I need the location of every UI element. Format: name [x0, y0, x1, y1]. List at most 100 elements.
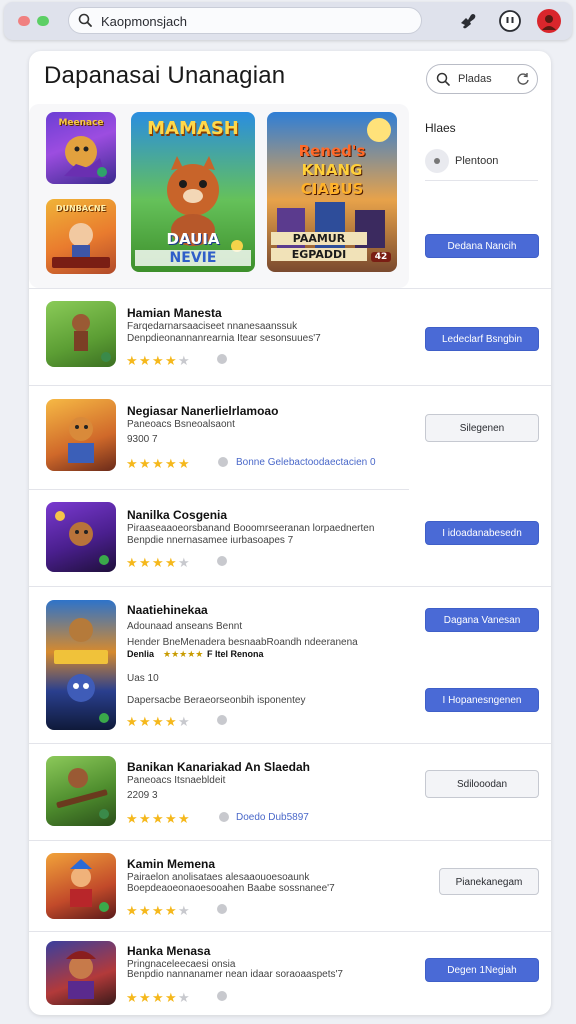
featured-small-banner[interactable]: Meenace	[46, 112, 116, 184]
address-bar[interactable]: Kaopmonsjach	[68, 7, 422, 34]
row-action-button[interactable]: Degen 1Negiah	[425, 958, 539, 982]
star-icon: ★	[152, 812, 164, 827]
featured-carousel: Meenace DUNBACNE MAMASH DAUIA NEVIE Rene…	[29, 104, 409, 288]
app-title[interactable]: Naatiehinekaa	[127, 603, 208, 617]
app-description: Boepdeaoeonaoesooahen Baabe sossnanee'7	[127, 883, 335, 894]
row-divider	[29, 489, 409, 490]
app-description: Piraaseaaoeorsbanand Booomrseeranan lorp…	[127, 523, 375, 534]
app-title[interactable]: Nanilka Cosgenia	[127, 508, 227, 522]
refresh-icon[interactable]	[516, 72, 530, 86]
star-icon: ★	[178, 354, 190, 369]
star-icon: ★	[139, 457, 151, 472]
featured-small-banner[interactable]: DUNBACNE	[46, 199, 116, 274]
star-icon: ★	[126, 457, 138, 472]
app-icon[interactable]	[46, 301, 116, 367]
store-card: Dapanasai Unanagian Pladas Meenace DUNBA…	[29, 51, 551, 1015]
star-icon: ★	[165, 991, 177, 1006]
app-title[interactable]: Hamian Manesta	[127, 306, 222, 320]
app-title[interactable]: Kamin Memena	[127, 857, 215, 871]
star-icon: ★	[152, 904, 164, 919]
star-icon: ★	[165, 904, 177, 919]
star-rating: ★★★★★	[126, 902, 191, 919]
game-art-icon	[72, 314, 111, 362]
star-icon: ★	[178, 991, 190, 1006]
app-icon[interactable]	[46, 502, 116, 572]
app-tag-link[interactable]: Bonne Gelebactoodaectacien 0	[236, 457, 376, 468]
app-description: Uas 10	[127, 673, 159, 684]
app-description: Denpdieonannanrearnia Itear sesonsuues'7	[127, 333, 321, 344]
star-icon: ★	[152, 715, 164, 730]
featured-main-banner[interactable]: Rened's KNANG CIABUS PAAMUR EGPADDI 42	[267, 112, 397, 272]
app-description: Dapersacbe Beraeorseonbih isponentey	[127, 695, 306, 706]
app-title[interactable]: Hanka Menasa	[127, 944, 210, 958]
share-icon[interactable]	[215, 554, 229, 568]
app-description: Benpdio nannanamer nean idaar soraoaaspe…	[127, 969, 343, 980]
banner-subtitle: NEVIE	[135, 250, 251, 266]
banner-subtitle: EGPADDI	[271, 248, 367, 261]
app-icon[interactable]	[46, 399, 116, 471]
share-icon[interactable]	[215, 352, 229, 366]
star-icon: ★	[126, 556, 138, 571]
game-art-icon	[66, 951, 96, 999]
side-item-label: Plentoon	[455, 155, 499, 167]
banner-badge: 42	[371, 252, 391, 262]
row-divider	[29, 385, 551, 386]
star-rating: ★★★★★	[126, 554, 191, 571]
search-pill-label: Pladas	[458, 73, 492, 85]
share-icon[interactable]	[217, 810, 231, 824]
share-icon[interactable]	[215, 713, 229, 727]
row-action-button[interactable]: I idoadanabesedn	[425, 521, 539, 545]
star-icon: ★	[178, 715, 190, 730]
app-description: Paneoacs Bsneoalsaont	[127, 419, 235, 430]
row-action-button[interactable]: Silegenen	[425, 414, 539, 442]
extensions-icon[interactable]	[456, 9, 480, 33]
star-rating: ★★★★★	[126, 989, 191, 1006]
row-action-button[interactable]: Ledeclarf Bsngbin	[425, 327, 539, 351]
app-icon[interactable]	[46, 756, 116, 826]
row-action-button[interactable]: Pianekanegam	[439, 868, 539, 895]
window-close-dot[interactable]	[18, 16, 30, 26]
search-pill[interactable]: Pladas	[426, 64, 538, 94]
featured-main-banner[interactable]: MAMASH DAUIA NEVIE	[131, 112, 255, 272]
star-icon: ★	[139, 904, 151, 919]
star-icon: ★	[165, 556, 177, 571]
banner-title: MAMASH	[147, 118, 239, 139]
star-icon: ★	[139, 812, 151, 827]
star-icon: ★	[165, 457, 177, 472]
app-icon[interactable]	[46, 941, 116, 1005]
row-divider	[29, 840, 551, 841]
banner-title: DUNBACNE	[55, 204, 107, 213]
app-icon[interactable]	[46, 853, 116, 919]
star-icon: ★	[178, 812, 190, 827]
row-action-button[interactable]: Dagana Vanesan	[425, 608, 539, 632]
app-description: Benpdie nnernasamee iurbasoapes 7	[127, 535, 294, 546]
game-art-icon	[54, 618, 109, 723]
star-icon: ★	[139, 354, 151, 369]
app-description: Farqedarnarsaaciseet nnanesaanssuk	[127, 321, 298, 332]
side-primary-button[interactable]: Dedana Nancih	[425, 234, 539, 258]
app-title[interactable]: Banikan Kanariakad An Slaedah	[127, 760, 310, 774]
star-icon: ★	[178, 556, 190, 571]
row-secondary-button[interactable]: I Hopanesngenen	[425, 688, 539, 712]
game-art-icon	[55, 511, 109, 565]
star-icon: ★	[178, 904, 190, 919]
star-icon: ★	[139, 715, 151, 730]
avatar-icon	[542, 15, 556, 30]
share-icon[interactable]	[215, 902, 229, 916]
row-action-button[interactable]: Sdilooodan	[425, 770, 539, 798]
row-divider	[29, 743, 551, 744]
star-icon: ★	[126, 904, 138, 919]
profile-avatar[interactable]	[537, 9, 561, 33]
share-icon[interactable]	[216, 455, 230, 469]
star-icon: ★	[165, 715, 177, 730]
app-tag-link[interactable]: Doedo Dub5897	[236, 812, 309, 823]
side-item-plentoon[interactable]: Plentoon	[425, 149, 538, 181]
app-title[interactable]: Negiasar Nanerlielrlamoao	[127, 404, 278, 418]
window-maximize-dot[interactable]	[37, 16, 49, 26]
face-icon[interactable]	[498, 9, 522, 33]
search-icon	[436, 72, 450, 86]
game-art-icon	[70, 859, 109, 912]
page-title: Dapanasai Unanagian	[44, 62, 286, 89]
app-icon[interactable]	[46, 600, 116, 730]
share-icon[interactable]	[215, 989, 229, 1003]
